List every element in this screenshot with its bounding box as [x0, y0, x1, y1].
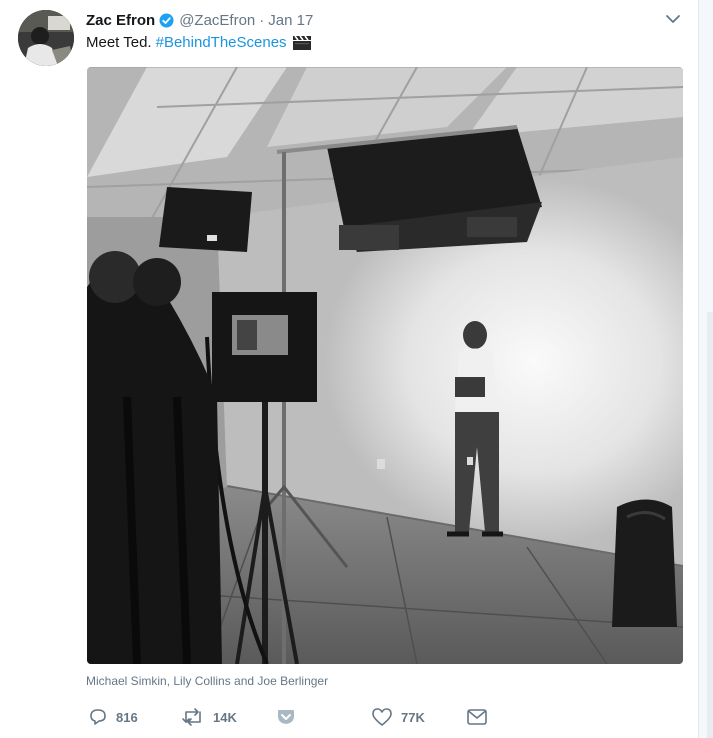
author-handle[interactable]: @ZacEfron: [179, 12, 255, 29]
reply-count: 816: [116, 709, 138, 725]
reply-button[interactable]: 816: [88, 704, 138, 730]
save-button[interactable]: [276, 704, 296, 730]
avatar[interactable]: [18, 10, 74, 66]
like-count: 77K: [401, 709, 425, 725]
right-gutter: [699, 0, 713, 738]
author-name[interactable]: Zac Efron: [86, 12, 155, 29]
hashtag-link[interactable]: #BehindTheScenes: [156, 34, 287, 51]
separator-dot: ·: [259, 11, 265, 29]
tweet-text: Meet Ted. #BehindTheScenes: [86, 34, 312, 51]
adjacent-panel-edge: [707, 312, 713, 738]
tweet-actions: 816 14K 77K: [86, 704, 506, 730]
like-button[interactable]: 77K: [371, 704, 425, 730]
tweet-photo[interactable]: [87, 67, 683, 664]
direct-message-button[interactable]: [466, 704, 488, 730]
tweet-date[interactable]: Jan 17: [268, 12, 313, 29]
save-icon: [276, 708, 296, 726]
chevron-down-icon[interactable]: [664, 12, 682, 26]
like-icon: [371, 707, 393, 727]
retweet-icon: [181, 707, 205, 727]
retweet-count: 14K: [213, 709, 237, 725]
tagged-people[interactable]: Michael Simkin, Lily Collins and Joe Ber…: [86, 674, 328, 688]
reply-icon: [88, 707, 108, 727]
tweet-body: Meet Ted.: [86, 34, 152, 51]
direct-message-icon: [466, 708, 488, 726]
verified-badge-icon: [159, 13, 174, 28]
retweet-button[interactable]: 14K: [181, 704, 237, 730]
tweet-card: Zac Efron @ZacEfron · Jan 17 Meet Ted. #…: [0, 0, 699, 738]
tweet-header: Zac Efron @ZacEfron · Jan 17: [86, 10, 313, 30]
clapper-board-icon: [292, 35, 312, 51]
